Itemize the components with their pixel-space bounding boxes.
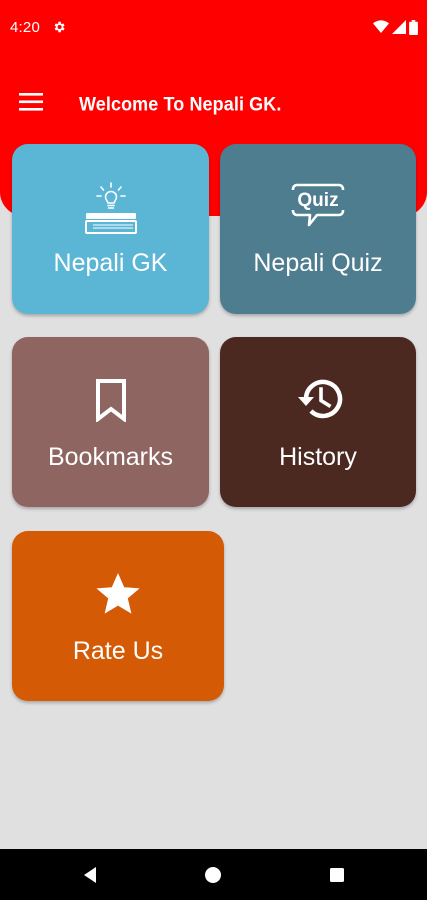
page-title: Welcome To Nepali GK.: [79, 93, 282, 115]
rate-us-card[interactable]: Rate Us: [12, 531, 224, 701]
back-icon[interactable]: [81, 866, 99, 884]
quiz-speech-bubble-icon: Quiz: [288, 176, 348, 238]
wifi-icon: [373, 20, 389, 33]
history-icon: [292, 375, 344, 423]
star-icon: [93, 571, 143, 619]
nepali-quiz-card[interactable]: Quiz Nepali Quiz: [220, 144, 416, 314]
card-label: Nepali GK: [53, 249, 168, 277]
settings-gear-icon: [54, 21, 65, 33]
toolbar: Welcome To Nepali GK.: [0, 76, 427, 132]
recents-icon[interactable]: [329, 867, 345, 883]
card-label: Bookmarks: [47, 443, 174, 471]
back-button[interactable]: [74, 859, 106, 891]
card-label: Nepali Quiz: [253, 249, 383, 277]
battery-icon: [409, 19, 418, 35]
menu-button[interactable]: [13, 84, 49, 120]
history-card[interactable]: History: [220, 337, 416, 507]
bookmarks-card[interactable]: Bookmarks: [12, 337, 209, 507]
status-icons: [373, 18, 418, 36]
status-bar: 4:20: [0, 0, 427, 56]
nepali-gk-card[interactable]: Nepali GK: [12, 144, 209, 314]
system-nav-bar: [0, 849, 427, 900]
hamburger-menu-icon[interactable]: [19, 93, 43, 111]
card-label: History: [279, 443, 357, 471]
cellular-signal-icon: [392, 20, 406, 34]
home-button[interactable]: [197, 859, 229, 891]
bookmark-icon: [91, 377, 131, 423]
recents-button[interactable]: [321, 859, 353, 891]
status-time: 4:20: [10, 19, 40, 36]
home-icon[interactable]: [204, 866, 222, 884]
card-label: Rate Us: [72, 637, 164, 665]
book-lightbulb-icon: [81, 180, 141, 236]
quiz-icon-text: Quiz: [297, 190, 338, 211]
